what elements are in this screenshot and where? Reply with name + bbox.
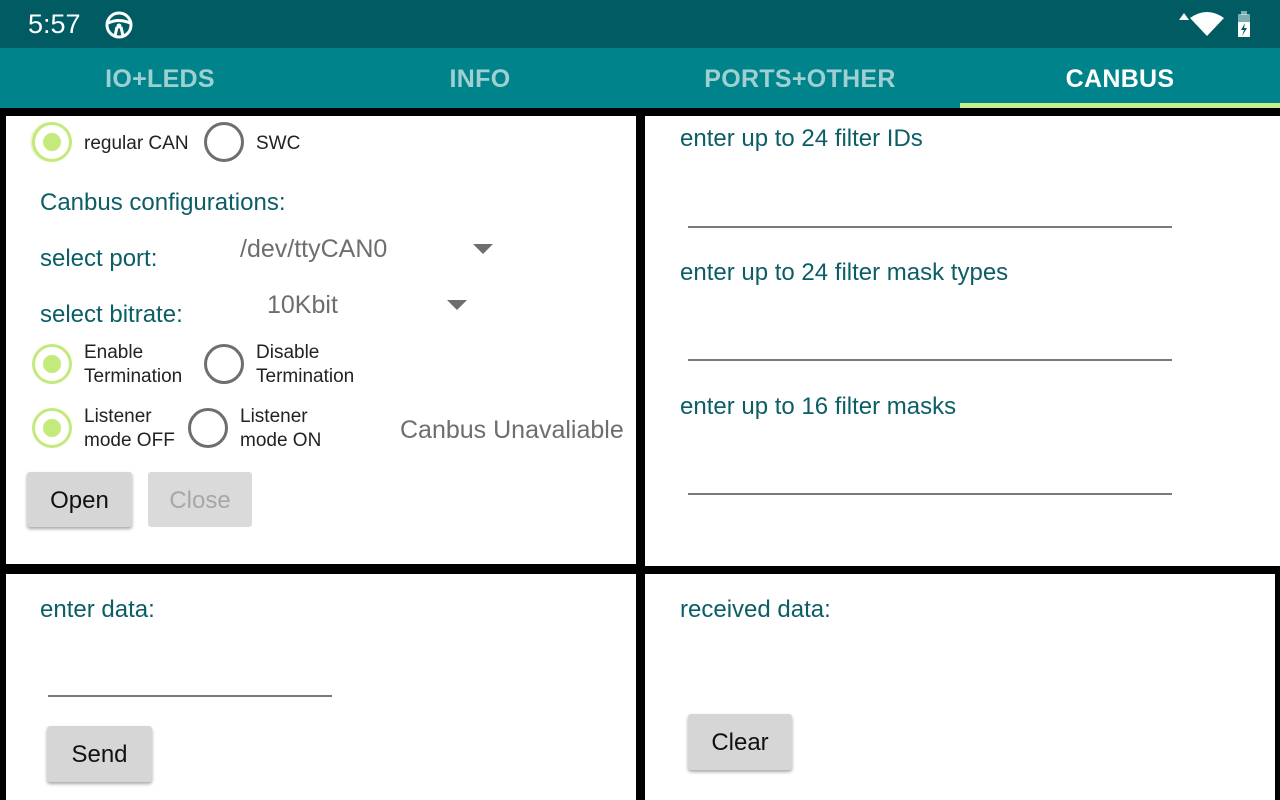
listener-off-radio[interactable]	[32, 408, 72, 448]
send-button[interactable]: Send	[47, 726, 152, 782]
listener-on-line1: Listener	[240, 406, 308, 427]
port-label: select port:	[40, 245, 158, 272]
listener-on-label: Listener mode ON	[240, 405, 321, 453]
regular-can-radio[interactable]	[32, 122, 72, 162]
filter-ids-input[interactable]	[688, 188, 1172, 224]
listener-off-line2: mode OFF	[84, 430, 175, 451]
receive-panel: received data: Clear	[645, 574, 1275, 800]
filter-masks-underline	[688, 493, 1172, 495]
disable-termination-radio[interactable]	[204, 344, 244, 384]
filter-mask-types-label: enter up to 24 filter mask types	[680, 259, 1009, 286]
steering-wheel-icon	[104, 10, 134, 45]
canbus-config-panel: regular CAN SWC Canbus configurations: s…	[6, 116, 636, 564]
tab-io-leds[interactable]: IO+LEDS	[0, 48, 320, 108]
listener-on-radio[interactable]	[188, 408, 228, 448]
enable-termination-line2: Termination	[84, 366, 183, 387]
tab-active-indicator	[960, 103, 1280, 108]
bitrate-dropdown-icon[interactable]	[447, 300, 467, 310]
listener-off-label: Listener mode OFF	[84, 405, 175, 453]
tab-bar: IO+LEDS INFO PORTS+OTHER CANBUS	[0, 48, 1280, 108]
listener-off-line1: Listener	[84, 406, 152, 427]
enable-termination-line1: Enable	[84, 342, 144, 363]
enter-data-underline	[48, 695, 332, 697]
received-data-label: received data:	[680, 596, 831, 623]
battery-charging-icon	[1238, 11, 1250, 37]
swc-radio[interactable]	[204, 122, 244, 162]
filter-masks-label: enter up to 16 filter masks	[680, 393, 957, 420]
enter-data-input[interactable]	[48, 658, 332, 694]
wifi-icon	[1190, 12, 1224, 36]
tab-info[interactable]: INFO	[320, 48, 640, 108]
listener-on-line2: mode ON	[240, 430, 322, 451]
open-button[interactable]: Open	[27, 472, 132, 527]
disable-termination-label: Disable Termination	[256, 341, 354, 389]
config-heading: Canbus configurations:	[40, 189, 286, 216]
swc-label: SWC	[256, 133, 301, 154]
status-icons	[1176, 10, 1266, 45]
enable-termination-radio[interactable]	[32, 344, 72, 384]
disable-termination-line2: Termination	[256, 366, 355, 387]
filter-ids-label: enter up to 24 filter IDs	[680, 125, 923, 152]
regular-can-label: regular CAN	[84, 133, 189, 154]
filters-panel: enter up to 24 filter IDs enter up to 24…	[645, 116, 1280, 566]
filter-masks-input[interactable]	[688, 456, 1172, 492]
close-button[interactable]: Close	[148, 472, 252, 527]
tab-canbus[interactable]: CANBUS	[960, 48, 1280, 108]
enter-data-label: enter data:	[40, 596, 155, 623]
enable-termination-label: Enable Termination	[84, 341, 182, 389]
data-arrows-icon	[1179, 13, 1189, 20]
filter-mask-types-input[interactable]	[688, 322, 1172, 358]
bitrate-select-value[interactable]: 10Kbit	[267, 291, 338, 320]
clear-button[interactable]: Clear	[688, 714, 792, 770]
canbus-status-text: Canbus Unavaliable	[400, 416, 624, 444]
status-time: 5:57	[28, 9, 81, 39]
port-select-value[interactable]: /dev/ttyCAN0	[240, 235, 387, 264]
filter-ids-underline	[688, 226, 1172, 228]
status-bar: 5:57	[0, 0, 1280, 48]
send-panel: enter data: Send	[6, 574, 636, 800]
port-dropdown-icon[interactable]	[473, 244, 493, 254]
bitrate-label: select bitrate:	[40, 301, 183, 328]
filter-mask-types-underline	[688, 359, 1172, 361]
tab-ports-other[interactable]: PORTS+OTHER	[640, 48, 960, 108]
disable-termination-line1: Disable	[256, 342, 320, 363]
